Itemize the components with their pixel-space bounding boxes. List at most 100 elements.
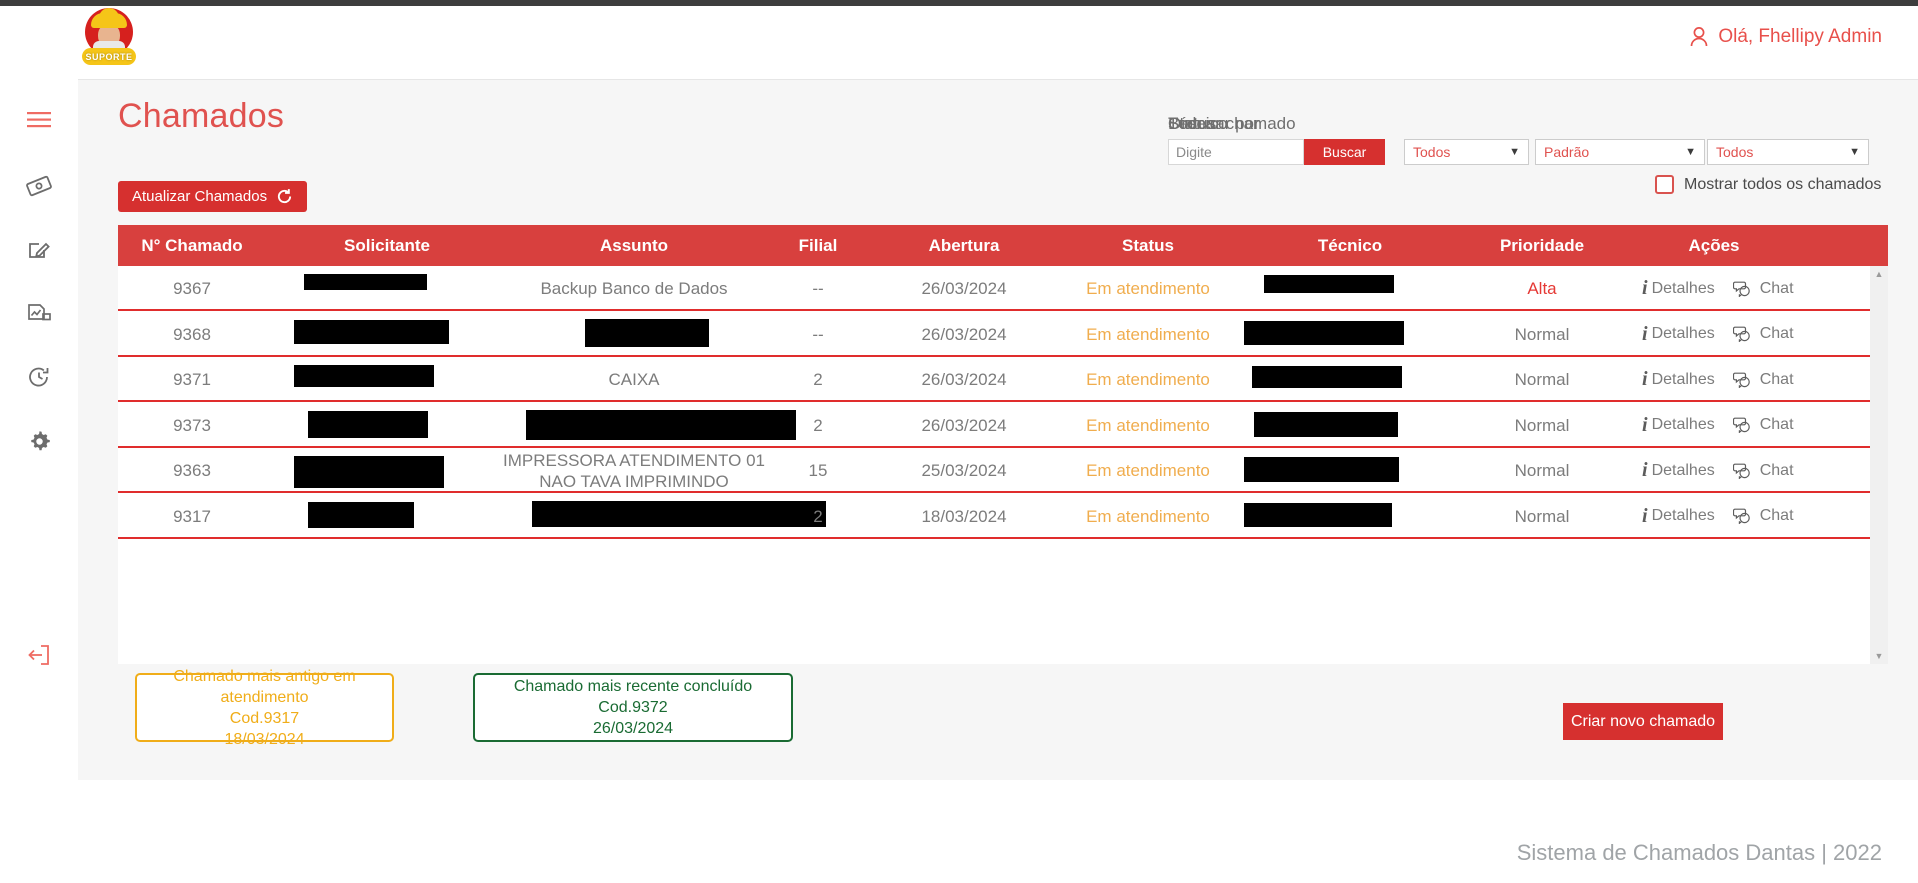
table-row[interactable]: 9368 -- 26/03/2024 Em atendimento Normal i Det… xyxy=(118,312,1870,357)
details-button[interactable]: i Detalhes xyxy=(1642,266,1715,311)
table-body: 9367 Backup Banco de Dados -- 26/03/2024 Em … xyxy=(118,266,1888,664)
column-header: Filial xyxy=(798,236,838,255)
chat-button[interactable]: Chat xyxy=(1732,494,1794,539)
page-title: Chamados xyxy=(118,97,285,135)
tech-select[interactable]: Todos ▼ xyxy=(1707,139,1869,165)
cell-status: Em atendimento xyxy=(1086,370,1210,389)
redacted-solicitante xyxy=(294,365,434,387)
status-select[interactable]: Todos ▼ xyxy=(1404,139,1529,165)
chat-bubbles-icon xyxy=(1732,281,1750,297)
logo-banner-text: SUPORTE xyxy=(82,48,136,65)
redacted-tecnico xyxy=(1244,457,1399,482)
cell-status: Em atendimento xyxy=(1086,324,1210,344)
info-icon: i xyxy=(1642,368,1648,390)
details-button[interactable]: i Detalhes xyxy=(1642,448,1715,493)
cell-filial: 15 xyxy=(808,461,828,480)
cell-prioridade: Normal xyxy=(1514,370,1570,389)
cell-status: Em atendimento xyxy=(1086,415,1210,435)
chat-button[interactable]: Chat xyxy=(1732,357,1794,402)
redacted-assunto xyxy=(526,409,796,440)
cell-numero: 9371 xyxy=(173,370,211,389)
table-scrollbar[interactable]: ▲ ▼ xyxy=(1870,266,1888,664)
sidebar xyxy=(0,6,78,883)
redacted-tecnico xyxy=(1244,502,1392,527)
cell-abertura: 25/03/2024 xyxy=(921,461,1007,480)
details-button[interactable]: i Detalhes xyxy=(1642,357,1715,402)
info-icon: i xyxy=(1642,277,1648,299)
row-actions: i Detalhes Chat xyxy=(1642,312,1794,357)
row-actions: i Detalhes Chat xyxy=(1642,448,1794,493)
ticket-icon xyxy=(26,175,52,197)
cell-abertura: 26/03/2024 xyxy=(921,415,1007,435)
recent-card-date: 26/03/2024 xyxy=(592,720,674,737)
cell-assunto: IMPRESSORA ATENDIMENTO 01 NAO TAVA IMPRI… xyxy=(503,451,765,491)
redacted-tecnico xyxy=(1264,275,1394,293)
info-icon: i xyxy=(1642,459,1648,481)
user-icon xyxy=(1690,27,1708,47)
details-button[interactable]: i Detalhes xyxy=(1642,494,1715,539)
app-root: SUPORTE Olá, Fhellipy Admin Chamados Bus… xyxy=(0,0,1918,883)
details-label: Detalhes xyxy=(1651,461,1715,479)
sidebar-item-menu-toggle[interactable] xyxy=(0,100,78,140)
chat-bubbles-icon xyxy=(1732,417,1750,433)
search-button[interactable]: Buscar xyxy=(1304,139,1385,165)
search-input[interactable] xyxy=(1168,139,1304,165)
cell-assunto: CAIXA xyxy=(608,370,660,389)
report-chart-icon xyxy=(28,304,51,321)
app-logo[interactable]: SUPORTE xyxy=(78,2,140,82)
cell-filial: 2 xyxy=(813,370,823,389)
table-row[interactable]: 9373 2 26/03/2024 Em atendimento Normal i Deta… xyxy=(118,403,1870,448)
cell-prioridade: Normal xyxy=(1514,506,1570,526)
sidebar-item-tickets[interactable] xyxy=(0,166,78,206)
chat-button[interactable]: Chat xyxy=(1732,448,1794,493)
redacted-solicitante xyxy=(308,501,414,528)
create-ticket-button[interactable]: Criar novo chamado xyxy=(1563,703,1723,740)
status-select-value: Todos xyxy=(1413,144,1451,160)
chat-label: Chat xyxy=(1759,370,1794,388)
cell-abertura: 26/03/2024 xyxy=(921,370,1007,389)
sidebar-item-logout[interactable] xyxy=(0,635,78,675)
chat-label: Chat xyxy=(1759,507,1794,524)
info-icon: i xyxy=(1642,322,1648,345)
sidebar-item-new-ticket[interactable] xyxy=(0,230,78,270)
sidebar-item-settings[interactable] xyxy=(0,421,78,461)
chat-label: Chat xyxy=(1759,461,1794,479)
row-actions: i Detalhes Chat xyxy=(1642,357,1794,402)
chevron-down-icon: ▼ xyxy=(1849,146,1860,158)
chat-button[interactable]: Chat xyxy=(1732,403,1794,448)
scroll-down-icon[interactable]: ▼ xyxy=(1870,649,1888,663)
details-button[interactable]: i Detalhes xyxy=(1642,403,1715,448)
table-row[interactable]: 9371 CAIXA 2 26/03/2024 Em atendimento Normal… xyxy=(118,357,1870,402)
sidebar-item-history[interactable] xyxy=(0,357,78,397)
chat-button[interactable]: Chat xyxy=(1732,312,1794,357)
chat-label: Chat xyxy=(1759,279,1794,297)
cell-prioridade: Normal xyxy=(1514,461,1570,480)
redacted-tecnico xyxy=(1254,411,1398,437)
order-select[interactable]: Padrão ▼ xyxy=(1535,139,1705,165)
oldest-card-line1: Chamado mais antigo em xyxy=(173,667,356,685)
table-row[interactable]: 9363 IMPRESSORA ATENDIMENTO 01 NAO TAVA I… xyxy=(118,448,1870,493)
chat-button[interactable]: Chat xyxy=(1732,266,1794,311)
info-icon: i xyxy=(1642,413,1648,436)
user-greeting[interactable]: Olá, Fhellipy Admin xyxy=(1689,26,1882,48)
table-row[interactable]: 9367 Backup Banco de Dados -- 26/03/2024 Em … xyxy=(118,266,1870,311)
info-icon: i xyxy=(1642,504,1648,527)
refresh-tickets-button[interactable]: Atualizar Chamados xyxy=(118,181,308,212)
show-all-checkbox[interactable] xyxy=(1655,175,1674,194)
scroll-up-icon[interactable]: ▲ xyxy=(1870,267,1888,281)
cell-status: Em atendimento xyxy=(1086,506,1210,526)
details-button[interactable]: i Detalhes xyxy=(1642,312,1715,357)
oldest-card-line2: atendimento xyxy=(220,688,309,706)
cell-prioridade: Alta xyxy=(1527,279,1557,298)
row-actions: i Detalhes Chat xyxy=(1642,403,1794,448)
hamburger-icon xyxy=(27,112,51,128)
show-all-checkbox-row[interactable]: Mostrar todos os chamados xyxy=(1655,175,1881,194)
details-label: Detalhes xyxy=(1651,416,1715,433)
clock-history-icon xyxy=(29,367,49,387)
table-row[interactable]: 9317 2 18/03/2024 Em atendimento Normal i Deta… xyxy=(118,494,1870,539)
column-header: Assunto xyxy=(600,236,668,255)
redacted-solicitante xyxy=(308,410,428,438)
details-label: Detalhes xyxy=(1651,325,1715,342)
column-header: Prioridade xyxy=(1499,236,1585,255)
sidebar-item-reports[interactable] xyxy=(0,294,78,334)
